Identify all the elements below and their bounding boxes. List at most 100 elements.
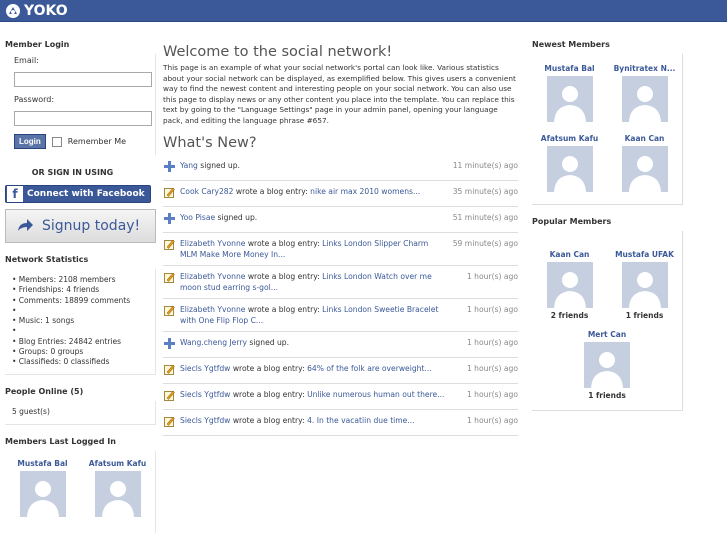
member-name[interactable]: Mert Can: [532, 330, 682, 339]
member-card[interactable]: Bynitratex N...: [614, 64, 676, 122]
member-card[interactable]: Kaan Can: [614, 134, 676, 192]
blog-icon: [164, 416, 176, 430]
feed-entry-link[interactable]: 64% of the folk are overweight...: [307, 364, 432, 373]
feed-item: Elizabeth Yvonne wrote a blog entry: Lin…: [163, 266, 518, 299]
remember-me-checkbox[interactable]: [51, 136, 62, 147]
network-stats-title: Network Statistics: [5, 255, 89, 264]
popular-members-list: Kaan Can 2 friends Mustafa UFAK 1 friend…: [532, 231, 683, 411]
feed-user-link[interactable]: Wang.cheng Jerry: [180, 338, 247, 347]
feed-user-link[interactable]: Elizabeth Yvonne: [180, 272, 245, 281]
feed-entry-link[interactable]: nike air max 2010 womens...: [310, 187, 420, 196]
feed-action: signed up.: [215, 213, 258, 222]
stat-item: • Groups: 0 groups: [12, 347, 84, 357]
member-name[interactable]: Bynitratex N...: [614, 64, 676, 73]
feed-time: 35 minute(s) ago: [452, 187, 518, 196]
feed-text: Yoo Pisae signed up.: [180, 212, 448, 227]
user-silhouette-icon: [628, 86, 661, 122]
feed-entry-link[interactable]: Unlike numerous human out there...: [307, 390, 444, 399]
password-input[interactable]: [14, 111, 152, 126]
member-card[interactable]: Kaan Can 2 friends: [539, 241, 601, 320]
popular-members-title: Popular Members: [532, 217, 612, 226]
feed-text: Siecls Ygtfdw wrote a blog entry: 64% of…: [180, 363, 448, 378]
feed-item: Yang signed up. 11 minute(s) ago: [163, 155, 518, 181]
member-card[interactable]: Mustafa Bal: [12, 459, 74, 517]
feed-time: 59 minute(s) ago: [452, 239, 518, 248]
blog-icon: [164, 364, 176, 378]
feed-action: wrote a blog entry:: [245, 305, 323, 314]
feed-user-link[interactable]: Elizabeth Yvonne: [180, 305, 245, 314]
signup-arrow-icon: [18, 219, 33, 231]
logo-mark-icon: [6, 4, 20, 18]
user-silhouette-icon: [628, 156, 661, 192]
site-logo[interactable]: YOKO: [5, 2, 68, 20]
feed-user-link[interactable]: Siecls Ygtfdw: [180, 364, 230, 373]
feed-text: Wang.cheng Jerry signed up.: [180, 337, 448, 352]
whats-new-title: What's New?: [163, 135, 257, 151]
avatar[interactable]: [94, 470, 141, 517]
stat-item: • Members: 2108 members: [12, 275, 116, 284]
member-card[interactable]: Mustafa Bal: [539, 64, 601, 122]
plus-icon: [164, 161, 176, 175]
user-silhouette-icon: [26, 480, 59, 517]
member-login-title: Member Login: [5, 40, 70, 49]
avatar[interactable]: [621, 146, 668, 192]
avatar[interactable]: [546, 76, 593, 122]
feed-item: Wang.cheng Jerry signed up. 1 hour(s) ago: [163, 332, 518, 358]
member-card[interactable]: Mert Can 1 friends: [532, 330, 682, 400]
stat-item: • Blog Entries: 24842 entries: [12, 336, 122, 346]
member-name[interactable]: Mustafa Bal: [539, 64, 601, 73]
feed-user-link[interactable]: Yoo Pisae: [180, 213, 215, 222]
user-silhouette-icon: [553, 156, 586, 192]
friend-count: 1 friends: [588, 391, 626, 400]
feed-time: 11 minute(s) ago: [452, 161, 518, 170]
friend-count: 1 friends: [625, 311, 664, 320]
feed-text: Elizabeth Yvonne wrote a blog entry: Lin…: [180, 238, 448, 260]
avatar[interactable]: [19, 470, 66, 517]
email-input[interactable]: [14, 72, 152, 87]
stat-item: • Comments: 18899 comments: [12, 295, 131, 305]
email-label: Email:: [14, 56, 39, 65]
avatar[interactable]: [584, 342, 630, 388]
member-card[interactable]: Afatsum Kafu: [539, 134, 601, 192]
feed-action: wrote a blog entry:: [245, 239, 323, 248]
user-silhouette-icon: [553, 86, 586, 122]
signup-button[interactable]: Signup today!: [5, 209, 156, 243]
feed-time: 1 hour(s) ago: [466, 416, 518, 425]
feed-user-link[interactable]: Siecls Ygtfdw: [180, 416, 230, 425]
right-sidebar: Newest Members Mustafa Bal Bynitratex N.…: [532, 40, 683, 411]
password-label: Password:: [14, 95, 55, 104]
feed-action: wrote a blog entry:: [230, 416, 308, 425]
facebook-connect-button[interactable]: f Connect with Facebook: [5, 185, 151, 203]
avatar[interactable]: [546, 262, 593, 308]
blog-icon: [164, 390, 176, 404]
feed-entry-link[interactable]: 4. In the vacatiin due time...: [307, 416, 415, 425]
newest-members-title: Newest Members: [532, 40, 610, 49]
feed-user-link[interactable]: Siecls Ygtfdw: [180, 390, 230, 399]
stat-item: • Friendships: 4 friends: [12, 285, 100, 295]
plus-icon: [164, 338, 176, 352]
member-name[interactable]: Mustafa Bal: [12, 459, 74, 468]
member-name[interactable]: Afatsum Kafu: [539, 134, 601, 143]
avatar[interactable]: [546, 146, 593, 192]
top-bar: YOKO: [0, 0, 727, 22]
member-card[interactable]: Mustafa UFAK 1 friends: [614, 241, 676, 320]
stat-item: •: [12, 326, 17, 336]
feed-user-link[interactable]: Yang: [180, 161, 198, 170]
member-card[interactable]: Afatsum Kafu: [87, 459, 149, 517]
feed-text: Elizabeth Yvonne wrote a blog entry: Lin…: [180, 271, 448, 293]
feed-user-link[interactable]: Cook Cary282: [180, 187, 233, 196]
login-button[interactable]: Login: [14, 134, 46, 149]
member-name[interactable]: Kaan Can: [614, 134, 676, 143]
feed-text: Yang signed up.: [180, 160, 448, 175]
avatar[interactable]: [621, 262, 668, 308]
last-logged-title: Members Last Logged In: [5, 436, 116, 446]
member-name[interactable]: Mustafa UFAK: [614, 241, 676, 259]
welcome-title: Welcome to the social network!: [163, 44, 393, 60]
feed-action: wrote a blog entry:: [245, 272, 323, 281]
member-name[interactable]: Kaan Can: [539, 241, 601, 259]
blog-icon: [164, 239, 176, 260]
feed-user-link[interactable]: Elizabeth Yvonne: [180, 239, 245, 248]
blog-icon: [164, 187, 176, 201]
avatar[interactable]: [621, 76, 668, 122]
member-name[interactable]: Afatsum Kafu: [87, 459, 149, 468]
